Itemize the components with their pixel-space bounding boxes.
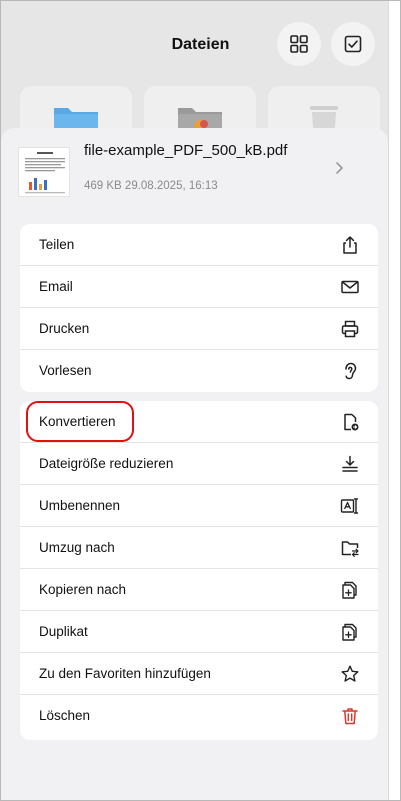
- menu-item-vorlesen[interactable]: Vorlesen: [20, 350, 378, 392]
- menu-item-teilen[interactable]: Teilen: [20, 224, 378, 266]
- ear-icon: [345, 362, 357, 380]
- chevron-right-icon[interactable]: [334, 161, 344, 175]
- file-meta: 469 KB 29.08.2025, 16:13: [84, 180, 218, 192]
- menu-item-label: Email: [39, 279, 73, 294]
- file-name: file-example_PDF_500_kB.pdf: [84, 142, 288, 159]
- menu-item-label: Teilen: [39, 237, 75, 252]
- menu-item-drucken[interactable]: Drucken: [20, 308, 378, 350]
- menu-item-label: Kopieren nach: [39, 582, 127, 597]
- copy-to-icon: [342, 581, 357, 599]
- compress-icon: [342, 455, 358, 472]
- trash-icon: [342, 708, 358, 725]
- rename-icon: [340, 498, 359, 514]
- menu-item-label: Vorlesen: [39, 363, 92, 378]
- menu-item-dateigroesse-reduzieren[interactable]: Dateigröße reduzieren: [20, 443, 378, 485]
- menu-item-favoriten[interactable]: Zu den Favoriten hinzufügen: [20, 653, 378, 695]
- menu-item-label: Duplikat: [39, 624, 88, 639]
- konvertieren-highlight-ring: [26, 401, 134, 442]
- share-icon: [343, 236, 357, 254]
- menu-item-label: Dateigröße reduzieren: [39, 456, 174, 471]
- menu-item-label: Drucken: [39, 321, 90, 336]
- menu-item-label: Löschen: [39, 708, 91, 723]
- file-thumbnail: [18, 147, 70, 197]
- grid-icon: [290, 35, 308, 53]
- select-button[interactable]: [331, 22, 375, 66]
- scrollbar[interactable]: [388, 1, 389, 800]
- duplicate-icon: [342, 623, 357, 641]
- menu-item-umzug-nach[interactable]: Umzug nach: [20, 527, 378, 569]
- move-folder-icon: [341, 541, 359, 557]
- grid-view-button[interactable]: [277, 22, 321, 66]
- file-actions-group: Konvertieren Dateigröße reduzieren Umben…: [20, 401, 378, 740]
- menu-item-duplikat[interactable]: Duplikat: [20, 611, 378, 653]
- convert-document-icon: [344, 413, 359, 431]
- envelope-icon: [341, 280, 359, 294]
- pdf-preview-icon: [25, 152, 65, 194]
- star-icon: [341, 665, 359, 682]
- menu-item-email[interactable]: Email: [20, 266, 378, 308]
- checkbox-icon: [344, 35, 362, 53]
- menu-item-label: Zu den Favoriten hinzufügen: [39, 666, 211, 681]
- menu-item-label: Umzug nach: [39, 540, 115, 555]
- menu-item-label: Umbenennen: [39, 498, 121, 513]
- share-actions-group: Teilen Email Drucken Vorlesen: [20, 224, 378, 392]
- menu-item-loeschen[interactable]: Löschen: [20, 695, 378, 737]
- menu-item-umbenennen[interactable]: Umbenennen: [20, 485, 378, 527]
- printer-icon: [341, 320, 359, 338]
- menu-item-kopieren-nach[interactable]: Kopieren nach: [20, 569, 378, 611]
